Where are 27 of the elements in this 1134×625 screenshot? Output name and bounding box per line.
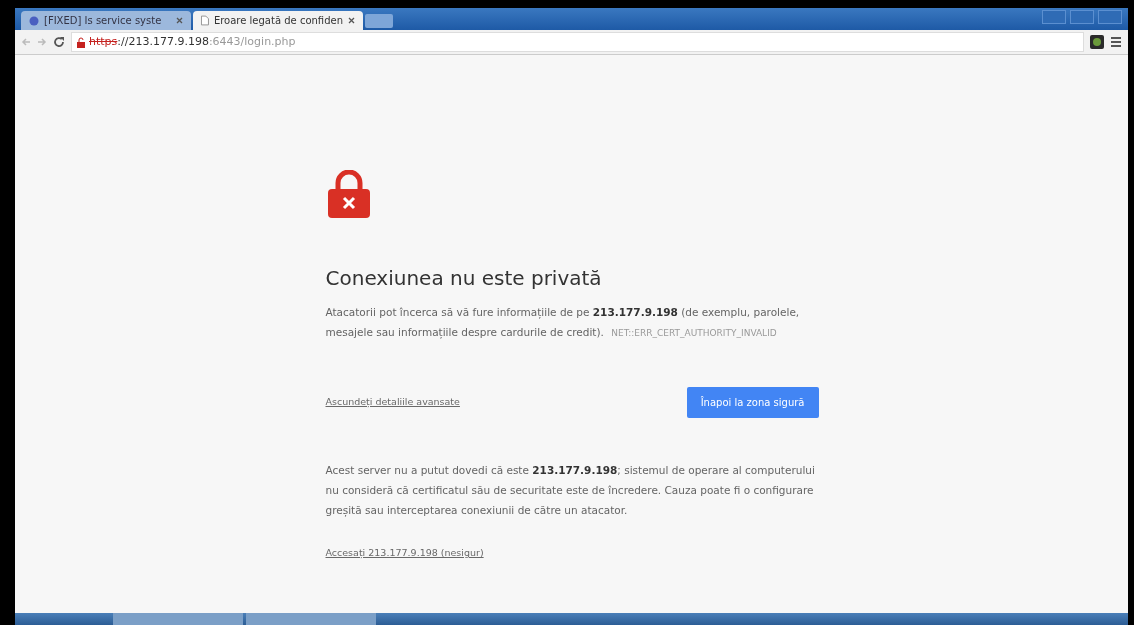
close-icon[interactable] — [176, 17, 183, 24]
close-icon[interactable] — [348, 17, 355, 24]
close-button[interactable] — [1098, 10, 1122, 24]
reload-icon[interactable] — [53, 36, 65, 48]
maximize-button[interactable] — [1070, 10, 1094, 24]
error-code: NET::ERR_CERT_AUTHORITY_INVALID — [611, 328, 777, 338]
details-link[interactable]: Ascundeți detaliile avansate — [325, 395, 460, 410]
heading: Conexiunea nu este privată — [325, 266, 603, 290]
taskbar-button[interactable] — [113, 613, 243, 625]
back-button[interactable]: Înapoi la zona sigură — [686, 387, 819, 418]
taskbar-button[interactable] — [246, 613, 376, 625]
new-tab-button[interactable] — [365, 14, 393, 28]
proceed-link[interactable]: Accesați 213.177.9.198 (nesigur) — [325, 546, 484, 561]
browser-tab[interactable]: Eroare legată de confiden — [193, 11, 363, 30]
lock-error-icon — [325, 170, 372, 218]
globe-icon — [29, 15, 39, 26]
warning-message: Atacatorii pot încerca să vă fure informațiile de pe 213.177.9.198 (de exemplu, parolele, mesajele sau informațiile despre cardurile de credit). NET::ERR_CERT_AUTHORITY_INVALID — [325, 305, 801, 341]
page-icon — [201, 15, 209, 26]
forward-icon[interactable] — [37, 37, 47, 47]
back-icon[interactable] — [21, 37, 31, 47]
browser-tab[interactable]: [FIXED] Is service syste — [21, 11, 191, 30]
menu-icon[interactable] — [1110, 36, 1122, 48]
address-field[interactable]: https://213.177.9.198:6443/login.php — [71, 32, 1084, 52]
minimize-button[interactable] — [1042, 10, 1066, 24]
extension-icon[interactable] — [1090, 35, 1104, 49]
url-text: https://213.177.9.198:6443/login.php — [89, 33, 296, 50]
details-text: Acest server nu a putut dovedi că este 213.177.9.198; sistemul de operare al computerului nu consideră că certificatul său de securitate este de încredere. Cauza poate fi o configurare greșită sau interceptarea conexiunii de către un atacator. — [325, 463, 816, 519]
